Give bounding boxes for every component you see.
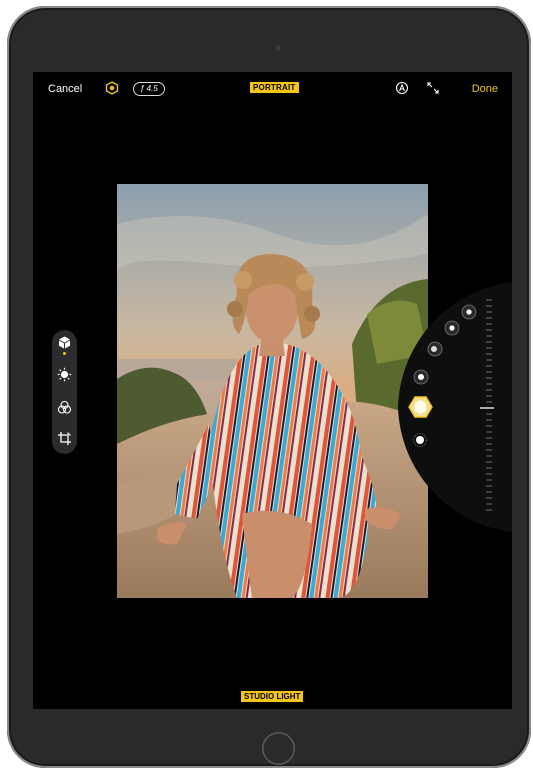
lighting-option-natural[interactable]: [413, 369, 429, 385]
filters-icon[interactable]: [57, 400, 72, 415]
top-toolbar: Cancel ƒ 4.5 PORTRAIT Done: [33, 72, 512, 104]
crop-icon[interactable]: [57, 431, 72, 446]
cube-icon[interactable]: [57, 335, 72, 350]
lighting-option-stage-mono[interactable]: [461, 304, 477, 320]
portrait-photo: [117, 184, 428, 598]
portrait-mode-badge[interactable]: PORTRAIT: [250, 82, 299, 93]
auto-enhance-icon[interactable]: [395, 81, 409, 95]
active-tool-indicator: [63, 352, 66, 355]
adjust-icon[interactable]: [57, 367, 72, 382]
home-button[interactable]: [262, 732, 295, 765]
lighting-option-contour[interactable]: [427, 341, 443, 357]
portrait-hexagon-icon[interactable]: [105, 81, 119, 95]
lighting-effect-label: STUDIO LIGHT: [241, 691, 304, 702]
lighting-wheel[interactable]: [398, 282, 512, 532]
aperture-button[interactable]: ƒ 4.5: [133, 82, 165, 96]
front-camera: [275, 45, 281, 51]
lighting-option-studio-selected[interactable]: [408, 396, 433, 418]
edit-tools-sidebar: [52, 330, 77, 454]
expand-icon[interactable]: [426, 81, 440, 95]
lighting-option-stage[interactable]: [444, 320, 460, 336]
done-button[interactable]: Done: [472, 83, 498, 95]
cancel-button[interactable]: Cancel: [48, 83, 82, 95]
photo-editor-screen: Cancel ƒ 4.5 PORTRAIT Done STUDIO LIGHT: [33, 72, 512, 709]
